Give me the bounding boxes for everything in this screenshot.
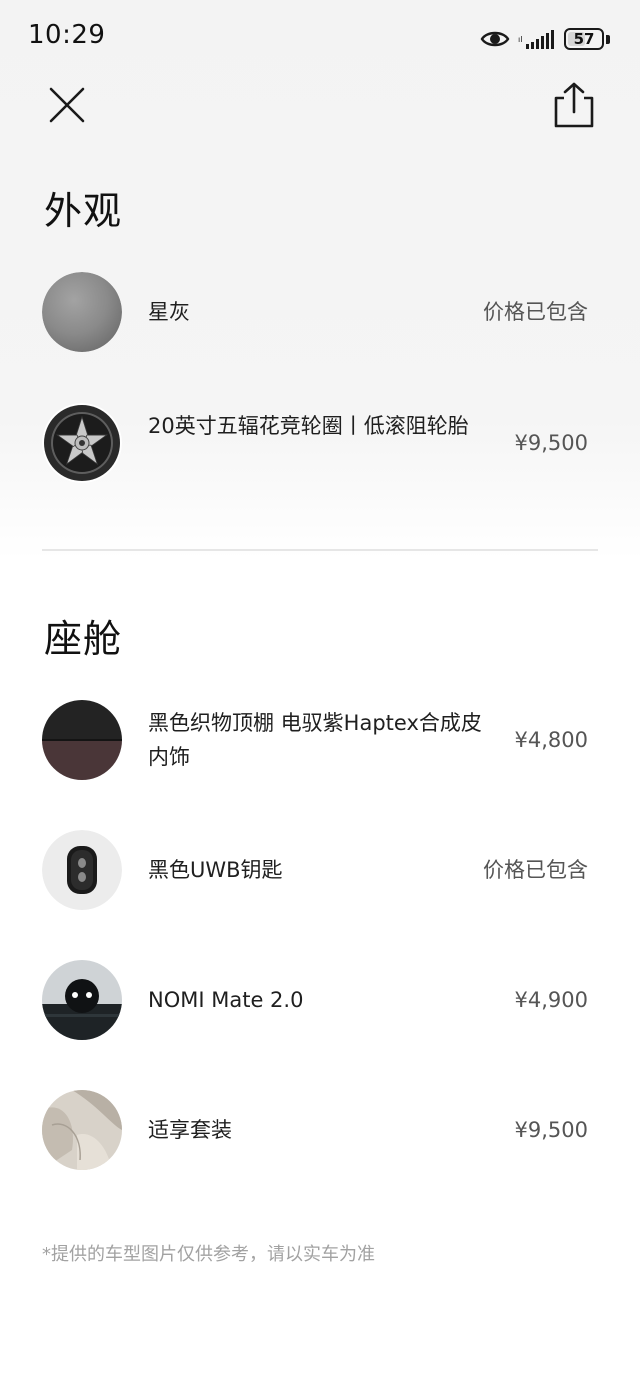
option-name: 黑色织物顶棚 电驭紫Haptex合成皮内饰 bbox=[148, 711, 482, 769]
option-price: ¥9,500 bbox=[514, 1118, 588, 1142]
uwb-key-image bbox=[42, 830, 122, 910]
option-price: ¥9,500 bbox=[514, 431, 588, 455]
wheel-rim-image bbox=[42, 403, 122, 483]
option-row-uwb-key[interactable]: 黑色UWB钥匙 价格已包含 bbox=[42, 830, 598, 910]
option-price: ¥4,900 bbox=[514, 988, 588, 1012]
section-title-exterior: 外观 bbox=[44, 189, 123, 233]
status-icons: ıl 57 bbox=[480, 24, 610, 54]
disclaimer-text: *提供的车型图片仅供参考，请以实车为准 bbox=[42, 1244, 375, 1265]
close-icon bbox=[49, 87, 85, 123]
status-bar: 10:29 ıl 57 bbox=[0, 0, 640, 78]
gray-paint-swatch bbox=[42, 272, 122, 352]
section-divider bbox=[42, 549, 598, 551]
option-row-paint[interactable]: 星灰 价格已包含 bbox=[42, 272, 598, 352]
battery-level: 57 bbox=[573, 30, 595, 48]
option-name: 星灰 bbox=[148, 300, 190, 324]
option-row-seat-package[interactable]: 适享套装 ¥9,500 bbox=[42, 1090, 598, 1170]
section-title-cabin: 座舱 bbox=[44, 617, 123, 661]
battery-icon: 57 bbox=[564, 28, 604, 50]
option-price: ¥4,800 bbox=[514, 728, 588, 752]
option-price: 价格已包含 bbox=[483, 858, 588, 882]
close-button[interactable] bbox=[44, 82, 90, 128]
svg-text:ıl: ıl bbox=[518, 35, 522, 44]
seat-package-image bbox=[42, 1090, 122, 1170]
battery-tip bbox=[606, 34, 610, 44]
option-row-wheels[interactable]: 20英寸五辐花竞轮圈丨低滚阻轮胎 ¥9,500 bbox=[42, 403, 598, 483]
option-row-nomi[interactable]: NOMI Mate 2.0 ¥4,900 bbox=[42, 960, 598, 1040]
share-icon bbox=[554, 82, 594, 128]
option-name: NOMI Mate 2.0 bbox=[148, 988, 304, 1012]
option-row-interior[interactable]: 黑色织物顶棚 电驭紫Haptex合成皮内饰 ¥4,800 bbox=[42, 700, 598, 780]
signal-icon: ıl bbox=[518, 30, 554, 49]
share-button[interactable] bbox=[550, 80, 598, 130]
option-name: 适享套装 bbox=[148, 1118, 232, 1142]
option-price: 价格已包含 bbox=[483, 300, 588, 324]
status-time: 10:29 bbox=[28, 20, 106, 50]
option-name: 20英寸五辐花竞轮圈丨低滚阻轮胎 bbox=[148, 414, 469, 438]
nomi-mate-image bbox=[42, 960, 122, 1040]
eye-icon bbox=[480, 31, 510, 47]
option-name: 黑色UWB钥匙 bbox=[148, 858, 283, 882]
interior-trim-swatch bbox=[42, 700, 122, 780]
